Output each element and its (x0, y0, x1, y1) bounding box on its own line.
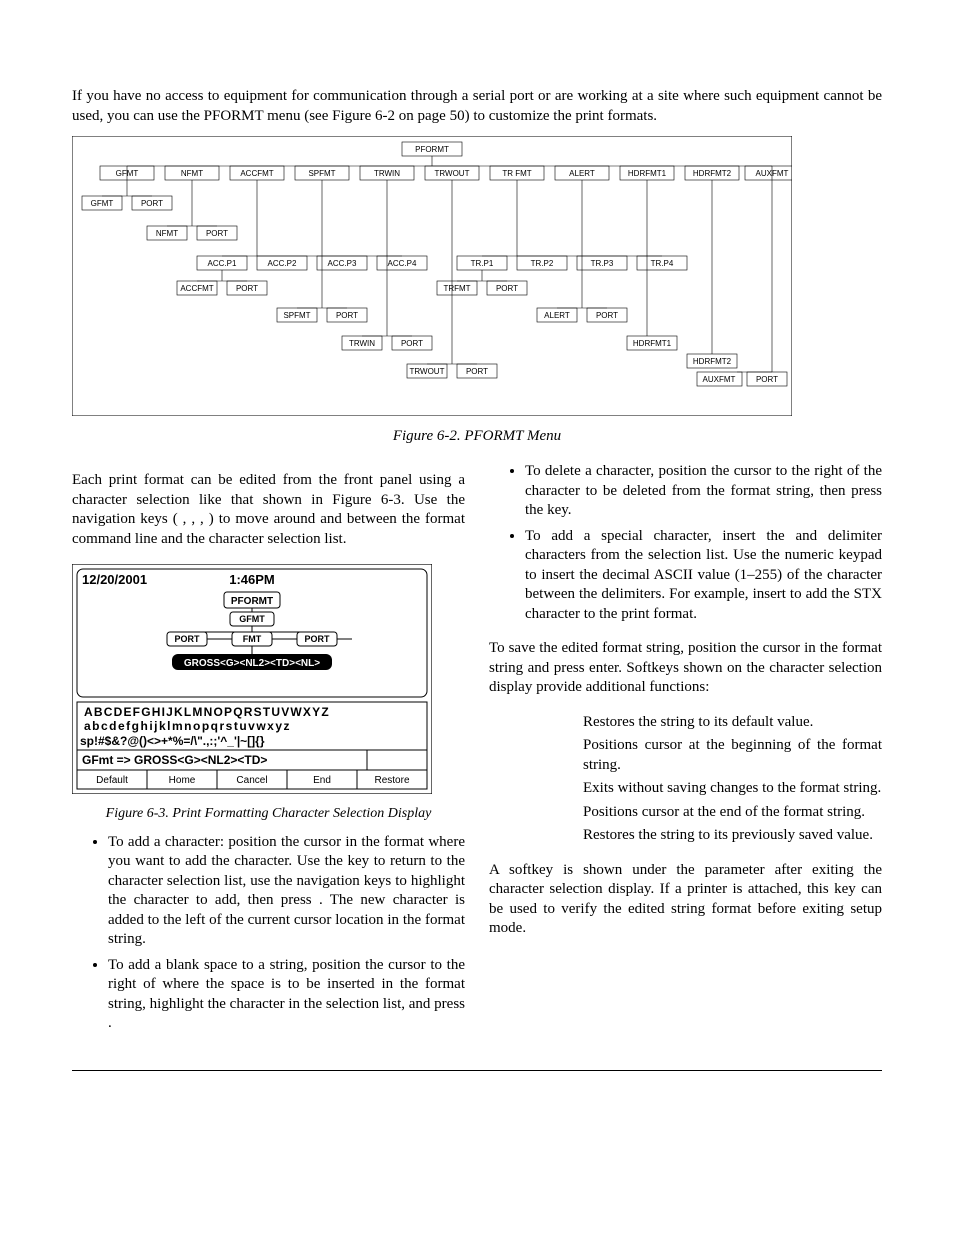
svg-text:PORT: PORT (496, 284, 518, 293)
svg-text:PORT: PORT (466, 367, 488, 376)
svg-text:ACC.P3: ACC.P3 (328, 259, 357, 268)
sk-cancel-label (513, 779, 583, 799)
sk-home-desc: Positions cursor at the beginning of the… (583, 736, 882, 775)
svg-text:PFORMT: PFORMT (231, 596, 273, 607)
svg-text:SPFMT: SPFMT (283, 311, 310, 320)
sk-end-desc: Positions cursor at the end of the forma… (583, 803, 882, 823)
svg-text:GFMT: GFMT (239, 614, 265, 624)
svg-text:ALERT: ALERT (544, 311, 570, 320)
svg-text:TR.P2: TR.P2 (531, 259, 554, 268)
svg-text:sp!#$&?@()<>+*%=/\".,:;'^_'|~[: sp!#$&?@()<>+*%=/\".,:;'^_'|~[]{} (80, 734, 265, 748)
svg-text:TR.P1: TR.P1 (471, 259, 494, 268)
sk-home-label (513, 736, 583, 775)
sk-restore-desc: Restores the string to its previously sa… (583, 826, 882, 846)
svg-text:GROSS<G><NL2><TD><NL>: GROSS<G><NL2><TD><NL> (184, 658, 320, 669)
svg-text:ALERT: ALERT (569, 169, 595, 178)
svg-text:ACCFMT: ACCFMT (180, 284, 213, 293)
svg-text:PORT: PORT (236, 284, 258, 293)
svg-text:TR FMT: TR FMT (502, 169, 531, 178)
softkey-descriptions: Restores the string to its default value… (513, 713, 882, 846)
svg-text:NFMT: NFMT (156, 229, 178, 238)
svg-text:Cancel: Cancel (236, 775, 267, 786)
bullet-delete-char: To delete a character, position the curs… (525, 462, 882, 521)
svg-text:TRWOUT: TRWOUT (410, 367, 445, 376)
svg-text:HDRFMT1: HDRFMT1 (628, 169, 667, 178)
svg-text:GFmt => GROSS<G><NL2><TD>: GFmt => GROSS<G><NL2><TD> (82, 753, 267, 767)
svg-text:PORT: PORT (596, 311, 618, 320)
svg-text:HDRFMT2: HDRFMT2 (693, 357, 732, 366)
svg-text:ABCDEFGHIJKLMNOPQRSTUVWXYZ: ABCDEFGHIJKLMNOPQRSTUVWXYZ (84, 705, 330, 719)
svg-text:1:46PM: 1:46PM (229, 572, 275, 587)
svg-text:Restore: Restore (374, 775, 409, 786)
svg-text:PORT: PORT (401, 339, 423, 348)
svg-text:TR.P3: TR.P3 (591, 259, 614, 268)
svg-text:12/20/2001: 12/20/2001 (82, 572, 147, 587)
svg-text:TRFMT: TRFMT (443, 284, 470, 293)
svg-text:TRWIN: TRWIN (349, 339, 375, 348)
svg-text:HDRFMT2: HDRFMT2 (693, 169, 732, 178)
svg-text:End: End (313, 775, 331, 786)
bullet-add-blank: To add a blank space to a string, positi… (108, 956, 465, 1034)
svg-text:Default: Default (96, 775, 128, 786)
svg-text:Home: Home (169, 775, 196, 786)
left-para1: Each print format can be edited from the… (72, 471, 465, 549)
svg-text:PORT: PORT (206, 229, 228, 238)
sk-cancel-desc: Exits without saving changes to the form… (583, 779, 882, 799)
figure-6-2-caption: Figure 6-2. PFORMT Menu (72, 427, 882, 447)
svg-text:ACCFMT: ACCFMT (240, 169, 273, 178)
char-selection-figure: 12/20/2001 1:46PM PFORMT GFMT PORT FMT P… (72, 564, 432, 801)
svg-text:ACC.P2: ACC.P2 (268, 259, 297, 268)
figure-6-3-caption: Figure 6-3. Print Formatting Character S… (72, 805, 465, 823)
svg-text:GFMT: GFMT (91, 199, 114, 208)
svg-text:PORT: PORT (336, 311, 358, 320)
sk-restore-label (513, 826, 583, 846)
right-para2: To save the edited format string, positi… (489, 639, 882, 698)
left-column: Each print format can be edited from the… (72, 456, 465, 1040)
svg-text:HDRFMT1: HDRFMT1 (633, 339, 672, 348)
svg-text:NFMT: NFMT (181, 169, 203, 178)
intro-paragraph: If you have no access to equipment for c… (72, 87, 882, 126)
sk-default-label (513, 713, 583, 733)
svg-text:TRWIN: TRWIN (374, 169, 400, 178)
svg-text:ACC.P1: ACC.P1 (208, 259, 237, 268)
pformt-menu-figure: PFORMT GFMT NFMT ACCFMT SPFMT TRWIN TRWOUT TR … (72, 136, 882, 423)
right-para3: A softkey is shown under the parameter a… (489, 861, 882, 939)
svg-text:FMT: FMT (243, 634, 262, 644)
svg-text:ACC.P4: ACC.P4 (388, 259, 417, 268)
svg-text:TRWOUT: TRWOUT (435, 169, 470, 178)
svg-text:AUXFMT: AUXFMT (703, 375, 736, 384)
sk-end-label (513, 803, 583, 823)
bullet-special-char: To add a special character, insert the a… (525, 527, 882, 625)
svg-text:TR.P4: TR.P4 (651, 259, 674, 268)
svg-text:PORT: PORT (756, 375, 778, 384)
svg-text:PORT: PORT (141, 199, 163, 208)
svg-text:SPFMT: SPFMT (308, 169, 335, 178)
svg-text:abcdefghijklmnopqrstuvwxyz: abcdefghijklmnopqrstuvwxyz (84, 719, 291, 733)
sk-default-desc: Restores the string to its default value… (583, 713, 882, 733)
footer-rule (72, 1070, 882, 1071)
svg-text:PORT: PORT (174, 634, 200, 644)
svg-text:PORT: PORT (304, 634, 330, 644)
right-column: To delete a character, position the curs… (489, 456, 882, 1040)
bullet-add-char: To add a character: position the cursor … (108, 833, 465, 950)
pformt-menu-svg: PFORMT GFMT NFMT ACCFMT SPFMT TRWIN TRWOUT TR … (72, 136, 792, 416)
svg-text:PFORMT: PFORMT (415, 145, 449, 154)
